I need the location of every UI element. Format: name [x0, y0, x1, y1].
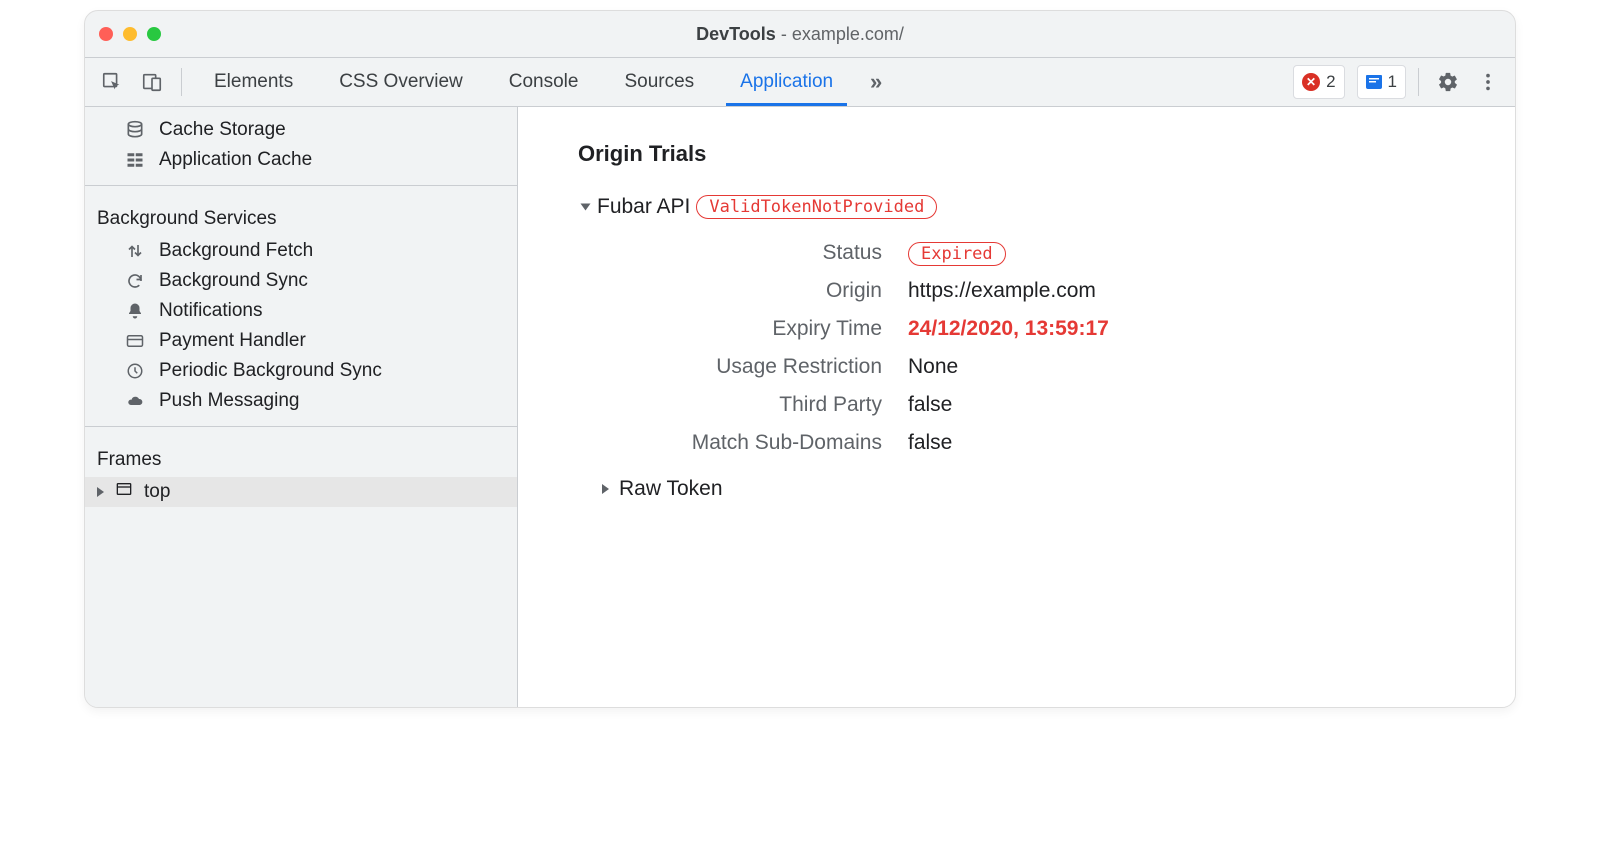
sidebar-item-payment-handler[interactable]: Payment Handler	[85, 326, 517, 356]
more-tabs-icon[interactable]: »	[859, 65, 893, 99]
status-badge: Expired	[908, 242, 1006, 266]
sidebar-item-label: Payment Handler	[159, 330, 306, 352]
window-title: DevTools - example.com/	[85, 24, 1515, 45]
label-status: Status	[598, 241, 908, 265]
sidebar: Cache Storage Application Cache Backgrou…	[85, 107, 518, 707]
cloud-icon	[123, 389, 147, 413]
title-sep: -	[776, 24, 792, 44]
inspect-icon[interactable]	[95, 65, 129, 99]
sidebar-section-frames: Frames	[85, 437, 517, 477]
tab-console[interactable]: Console	[495, 59, 593, 105]
credit-card-icon	[123, 329, 147, 353]
grid-icon	[123, 148, 147, 172]
trial-details: Status Expired Origin https://example.co…	[598, 241, 1485, 455]
tab-sources[interactable]: Sources	[610, 59, 708, 105]
token-status-badge: ValidTokenNotProvided	[696, 195, 937, 219]
toolbar: Elements CSS Overview Console Sources Ap…	[85, 58, 1515, 107]
tab-elements[interactable]: Elements	[200, 59, 307, 105]
settings-icon[interactable]	[1431, 65, 1465, 99]
sidebar-item-application-cache[interactable]: Application Cache	[85, 145, 517, 175]
error-count-badge[interactable]: ✕ 2	[1293, 65, 1344, 99]
database-icon	[123, 118, 147, 142]
sidebar-item-push-messaging[interactable]: Push Messaging	[85, 386, 517, 416]
up-down-arrows-icon	[123, 239, 147, 263]
tab-label: Sources	[624, 71, 694, 93]
sidebar-item-label: Background Fetch	[159, 240, 313, 262]
minimize-icon[interactable]	[123, 27, 137, 41]
titlebar: DevTools - example.com/	[85, 11, 1515, 58]
chevron-down-icon	[581, 204, 591, 211]
value-usage: None	[908, 355, 1485, 379]
sidebar-item-notifications[interactable]: Notifications	[85, 296, 517, 326]
separator	[85, 185, 517, 186]
sidebar-item-cache-storage[interactable]: Cache Storage	[85, 115, 517, 145]
error-icon: ✕	[1302, 73, 1320, 91]
clock-icon	[123, 359, 147, 383]
value-third-party: false	[908, 393, 1485, 417]
separator	[85, 426, 517, 427]
title-url: example.com/	[792, 24, 904, 44]
tab-label: Elements	[214, 71, 293, 93]
close-icon[interactable]	[99, 27, 113, 41]
sidebar-item-label: Periodic Background Sync	[159, 360, 382, 382]
sidebar-item-label: Application Cache	[159, 149, 312, 171]
value-origin: https://example.com	[908, 279, 1485, 303]
traffic-lights	[99, 27, 161, 41]
trial-header[interactable]: Fubar API ValidTokenNotProvided	[582, 195, 1485, 219]
device-toolbar-icon[interactable]	[135, 65, 169, 99]
tab-label: Console	[509, 71, 579, 93]
sidebar-item-background-sync[interactable]: Background Sync	[85, 266, 517, 296]
tab-label: Application	[740, 71, 833, 93]
body: Cache Storage Application Cache Backgrou…	[85, 107, 1515, 707]
label-match-subdomains: Match Sub-Domains	[598, 431, 908, 455]
message-count-badge[interactable]: 1	[1357, 65, 1406, 99]
sidebar-item-background-fetch[interactable]: Background Fetch	[85, 236, 517, 266]
label-usage: Usage Restriction	[598, 355, 908, 379]
label-origin: Origin	[598, 279, 908, 303]
main-content: Origin Trials Fubar API ValidTokenNotPro…	[518, 107, 1515, 707]
tab-label: CSS Overview	[339, 71, 463, 93]
error-count: 2	[1326, 72, 1335, 92]
value-status: Expired	[908, 241, 1485, 265]
tab-css-overview[interactable]: CSS Overview	[325, 59, 477, 105]
sidebar-item-periodic-bg-sync[interactable]: Periodic Background Sync	[85, 356, 517, 386]
kebab-menu-icon[interactable]	[1471, 65, 1505, 99]
sidebar-section-background-services: Background Services	[85, 196, 517, 236]
raw-token-row[interactable]: Raw Token	[602, 477, 1485, 501]
value-match-subdomains: false	[908, 431, 1485, 455]
label-third-party: Third Party	[598, 393, 908, 417]
message-count: 1	[1388, 72, 1397, 92]
title-app: DevTools	[696, 24, 776, 44]
sidebar-item-frame-top[interactable]: top	[85, 477, 517, 507]
maximize-icon[interactable]	[147, 27, 161, 41]
tab-application[interactable]: Application	[726, 59, 847, 105]
sidebar-item-label: Notifications	[159, 300, 263, 322]
value-expiry: 24/12/2020, 13:59:17	[908, 317, 1485, 341]
bell-icon	[123, 299, 147, 323]
label-expiry: Expiry Time	[598, 317, 908, 341]
sidebar-item-label: top	[144, 481, 170, 503]
separator	[1418, 68, 1419, 96]
chevron-right-icon	[97, 487, 104, 497]
page-title: Origin Trials	[578, 141, 1485, 167]
raw-token-label: Raw Token	[619, 477, 723, 501]
sidebar-item-label: Background Sync	[159, 270, 308, 292]
frame-icon	[114, 481, 136, 503]
message-icon	[1366, 75, 1382, 89]
chevron-right-icon	[602, 484, 609, 494]
sidebar-item-label: Cache Storage	[159, 119, 286, 141]
trial-name: Fubar API	[597, 195, 690, 219]
sidebar-item-label: Push Messaging	[159, 390, 299, 412]
separator	[181, 68, 182, 96]
devtools-window: DevTools - example.com/ Elements CSS Ove…	[84, 10, 1516, 708]
sync-icon	[123, 269, 147, 293]
